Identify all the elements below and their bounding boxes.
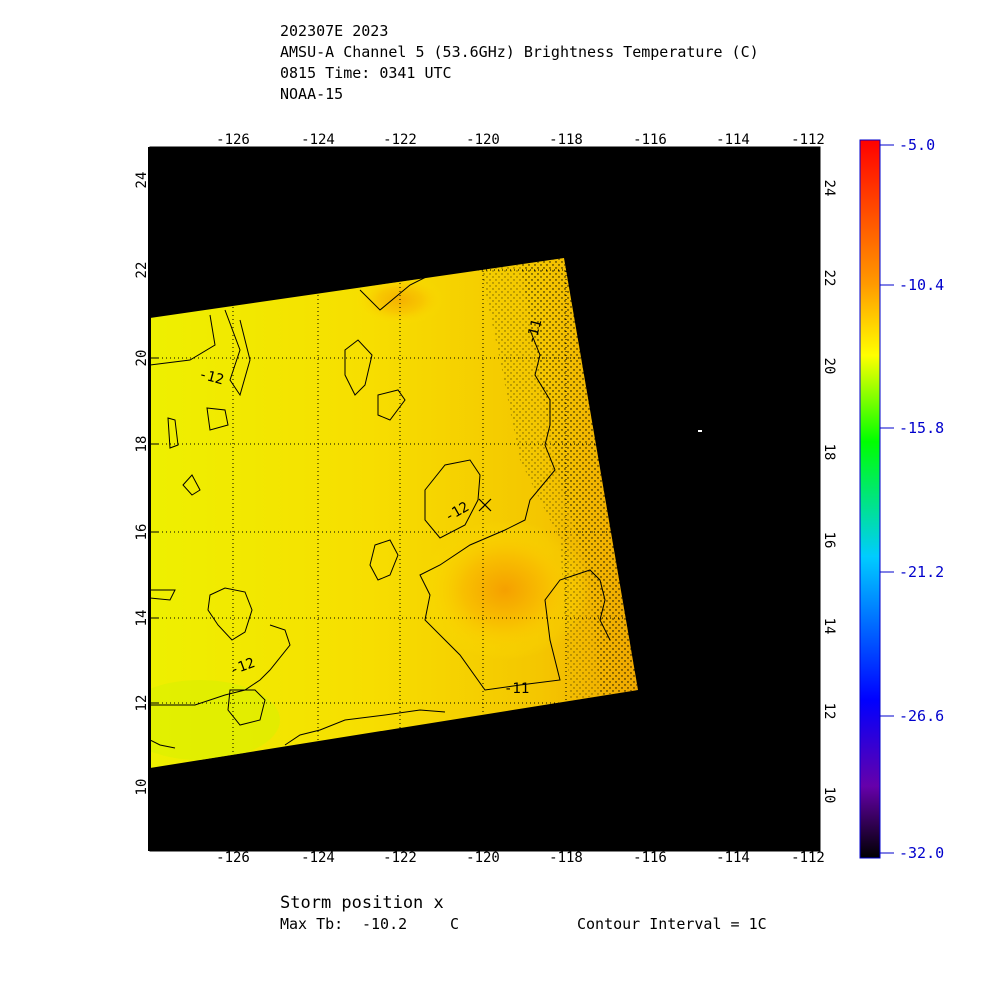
left-axis-bar — [148, 147, 151, 851]
lon-label-top: -126 — [216, 132, 250, 148]
lat-label-right: 22 — [821, 270, 837, 287]
lat-label-left: 16 — [134, 524, 150, 541]
lon-label-bottom: -120 — [466, 850, 500, 866]
lat-label-right: 10 — [821, 787, 837, 804]
max-tb-label: Max Tb: — [280, 915, 344, 933]
colorbar-label: -26.6 — [899, 707, 944, 725]
colorbar — [859, 139, 881, 859]
max-tb-unit: C — [450, 915, 460, 933]
lon-label-top: -118 — [549, 132, 583, 148]
lat-label-left: 20 — [134, 350, 150, 367]
brightness-temperature-map: -12 -12 -12 -11 -11 -126 -124 -122 -120 … — [134, 132, 944, 866]
stray-pixel — [698, 430, 702, 432]
lat-label-right: 18 — [821, 444, 837, 461]
lat-label-left: 18 — [134, 436, 150, 453]
lon-label-bottom: -126 — [216, 850, 250, 866]
lon-label-bottom: -124 — [301, 850, 335, 866]
lon-label-bottom: -112 — [791, 850, 825, 866]
colorbar-label: -5.0 — [899, 136, 935, 154]
lat-label-left: 22 — [134, 262, 150, 279]
lon-label-top: -120 — [466, 132, 500, 148]
lon-label-bottom: -118 — [549, 850, 583, 866]
lat-label-left: 14 — [134, 610, 150, 627]
contour-interval: Contour Interval = 1C — [577, 915, 767, 933]
lon-label-bottom: -114 — [716, 850, 750, 866]
colorbar-label: -32.0 — [899, 844, 944, 862]
lon-label-top: -122 — [383, 132, 417, 148]
lon-label-top: -112 — [791, 132, 825, 148]
storm-position-caption: Storm position x — [280, 893, 444, 913]
lat-label-left: 24 — [134, 172, 150, 189]
lat-label-right: 14 — [821, 618, 837, 635]
colorbar-ticks — [880, 144, 894, 854]
colorbar-label: -21.2 — [899, 563, 944, 581]
colorbar-label: -15.8 — [899, 419, 944, 437]
lon-label-bottom: -116 — [633, 850, 667, 866]
lon-label-top: -116 — [633, 132, 667, 148]
lat-label-right: 20 — [821, 358, 837, 375]
lat-label-left: 10 — [134, 779, 150, 796]
lon-label-top: -114 — [716, 132, 750, 148]
contour-label: -11 — [504, 681, 529, 697]
lat-label-right: 12 — [821, 703, 837, 720]
max-tb-value: -10.2 — [362, 915, 408, 933]
lon-label-bottom: -122 — [383, 850, 417, 866]
cool-patch — [150, 680, 280, 760]
lat-label-left: 12 — [134, 695, 150, 712]
lat-label-right: 16 — [821, 532, 837, 549]
lon-label-top: -124 — [301, 132, 335, 148]
lat-label-right: 24 — [821, 180, 837, 197]
colorbar-label: -10.4 — [899, 276, 944, 294]
